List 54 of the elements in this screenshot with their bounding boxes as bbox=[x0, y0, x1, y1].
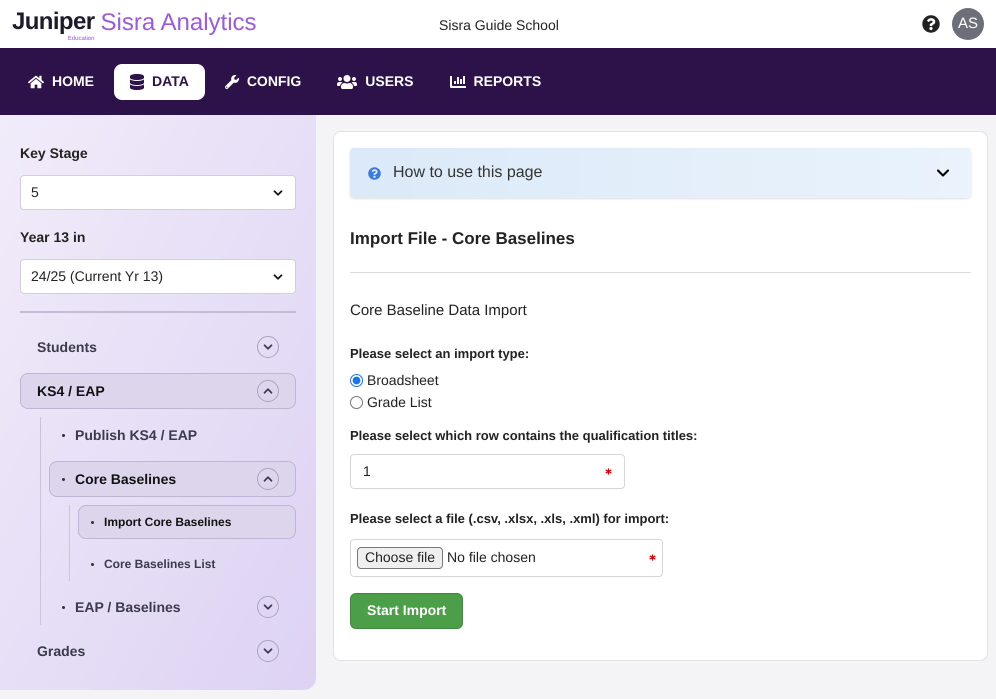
radio-label: Broadsheet bbox=[367, 371, 439, 390]
nav-tree-item[interactable]: EAP / Baselines bbox=[49, 589, 296, 625]
toggle-button[interactable] bbox=[257, 380, 279, 402]
nav-tab[interactable]: REPORTS bbox=[434, 64, 558, 100]
school-name: Sisra Guide School bbox=[439, 16, 559, 35]
nav-tree-item[interactable]: Grades bbox=[20, 633, 296, 669]
nav-tree-item[interactable]: Core Baselines List bbox=[78, 547, 296, 581]
radio-label: Grade List bbox=[367, 393, 432, 412]
nav-tree-item[interactable]: Students bbox=[20, 329, 296, 365]
brand-name: Juniper bbox=[12, 10, 94, 34]
product-name: Sisra Analytics bbox=[100, 10, 257, 36]
filter-select[interactable]: 24/25 (Current Yr 13) bbox=[20, 259, 296, 294]
help-icon[interactable] bbox=[922, 15, 940, 33]
bullet-icon bbox=[91, 520, 94, 524]
user-avatar[interactable]: AS bbox=[952, 8, 984, 40]
house-icon bbox=[28, 74, 44, 90]
bullet-icon bbox=[62, 478, 65, 480]
row-number-field[interactable]: 1 bbox=[350, 454, 625, 489]
radio-button[interactable] bbox=[350, 396, 363, 409]
required-icon bbox=[649, 554, 656, 561]
help-accordion[interactable]: How to use this page bbox=[350, 148, 971, 198]
nav-tree-item[interactable]: Core Baselines bbox=[49, 461, 296, 497]
radio-button[interactable] bbox=[350, 374, 363, 387]
nav-tab[interactable]: HOME bbox=[12, 64, 110, 100]
section-title: Core Baseline Data Import bbox=[350, 300, 528, 320]
choose-file-button[interactable]: Choose file bbox=[357, 546, 444, 568]
file-field[interactable]: Choose file No file chosen bbox=[350, 538, 663, 576]
field-label: Please select a file (.csv, .xlsx, .xls, .xml) for import: bbox=[350, 510, 670, 528]
users-icon bbox=[337, 74, 358, 90]
file-status: No file chosen bbox=[447, 548, 536, 567]
nav-tree-item[interactable]: Import Core Baselines bbox=[78, 505, 296, 539]
toggle-button[interactable] bbox=[257, 596, 279, 618]
nav-tab[interactable]: DATA bbox=[114, 64, 205, 100]
toggle-button[interactable] bbox=[257, 640, 279, 662]
toggle-button[interactable] bbox=[257, 468, 279, 490]
bullet-icon bbox=[62, 606, 65, 608]
wrench-icon bbox=[224, 74, 239, 90]
database-icon bbox=[130, 74, 144, 90]
nav-tab[interactable]: CONFIG bbox=[208, 64, 318, 100]
bullet-icon bbox=[91, 562, 94, 566]
question-icon bbox=[368, 166, 381, 180]
toggle-button[interactable] bbox=[257, 336, 279, 358]
bullet-icon bbox=[62, 434, 65, 436]
bar-chart-icon bbox=[450, 74, 466, 90]
field-label: Please select which row contains the qualification titles: bbox=[350, 426, 698, 445]
filter-label: Key Stage bbox=[20, 144, 89, 163]
required-icon bbox=[605, 468, 612, 475]
nav-tab[interactable]: USERS bbox=[321, 64, 430, 100]
filter-label: Year 13 in bbox=[20, 228, 86, 247]
nav-tree-item[interactable]: Publish KS4 / EAP bbox=[49, 417, 296, 453]
filter-select[interactable]: 5 bbox=[20, 175, 296, 210]
field-label: Please select an import type: bbox=[350, 345, 530, 363]
nav-tree-item[interactable]: KS4 / EAP bbox=[20, 373, 296, 409]
page-title: Import File - Core Baselines bbox=[350, 228, 576, 250]
